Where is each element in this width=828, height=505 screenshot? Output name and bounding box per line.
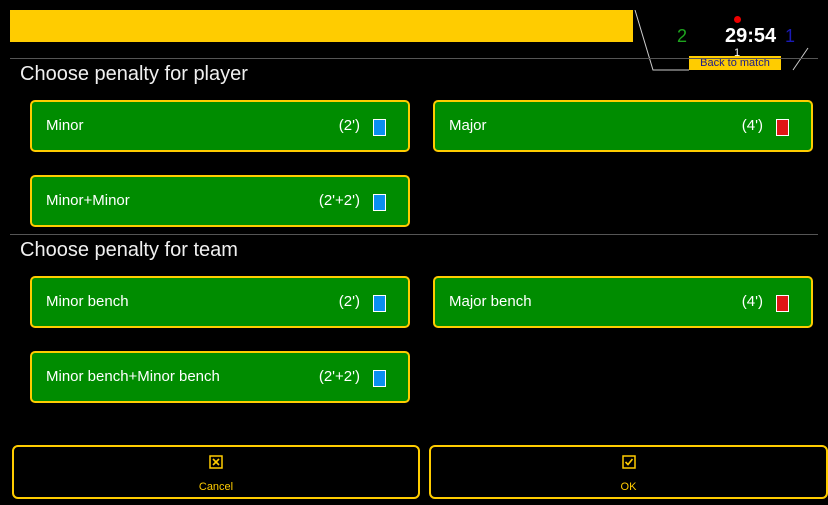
top-bar bbox=[10, 10, 636, 42]
penalty-major-bench-button[interactable]: Major bench (4') bbox=[433, 276, 813, 328]
penalty-major-button[interactable]: Major (4') bbox=[433, 100, 813, 152]
penalty-label: Minor bbox=[46, 117, 84, 134]
blue-card-icon bbox=[373, 295, 386, 312]
cancel-button[interactable]: Cancel bbox=[12, 445, 420, 499]
red-card-icon bbox=[776, 119, 789, 136]
ok-label: OK bbox=[620, 481, 637, 493]
ok-button[interactable]: OK bbox=[429, 445, 828, 499]
penalty-label: Major bench bbox=[449, 293, 532, 310]
checkbox-icon bbox=[621, 455, 636, 469]
away-score: 1 bbox=[785, 26, 796, 46]
section-divider bbox=[10, 58, 818, 59]
red-card-icon bbox=[776, 295, 789, 312]
player-section-title: Choose penalty for player bbox=[20, 63, 248, 85]
match-clock: 29:54 bbox=[725, 25, 777, 47]
penalty-duration: (4') bbox=[741, 293, 763, 310]
blue-card-icon bbox=[373, 370, 386, 387]
penalty-label: Minor bench+Minor bench bbox=[46, 368, 220, 385]
x-box-icon bbox=[209, 455, 223, 469]
live-indicator-icon bbox=[734, 16, 741, 23]
penalty-label: Major bbox=[449, 117, 487, 134]
penalty-label: Minor bench bbox=[46, 293, 129, 310]
cancel-label: Cancel bbox=[198, 481, 234, 493]
penalty-duration: (2') bbox=[338, 293, 360, 310]
penalty-duration: (2'+2') bbox=[318, 192, 360, 209]
penalty-label: Minor+Minor bbox=[46, 192, 130, 209]
team-section-title: Choose penalty for team bbox=[20, 239, 238, 261]
section-divider bbox=[10, 234, 818, 235]
blue-card-icon bbox=[373, 194, 386, 211]
penalty-minor-bench-minor-bench-button[interactable]: Minor bench+Minor bench (2'+2') bbox=[30, 351, 410, 403]
blue-card-icon bbox=[373, 119, 386, 136]
penalty-minor-button[interactable]: Minor (2') bbox=[30, 100, 410, 152]
home-score: 2 bbox=[677, 26, 688, 46]
penalty-duration: (4') bbox=[741, 117, 763, 134]
penalty-duration: (2') bbox=[338, 117, 360, 134]
scoreboard: 2 29:54 1 1 Back to match bbox=[633, 10, 828, 72]
penalty-minor-bench-button[interactable]: Minor bench (2') bbox=[30, 276, 410, 328]
penalty-minor-minor-button[interactable]: Minor+Minor (2'+2') bbox=[30, 175, 410, 227]
penalty-duration: (2'+2') bbox=[318, 368, 360, 385]
